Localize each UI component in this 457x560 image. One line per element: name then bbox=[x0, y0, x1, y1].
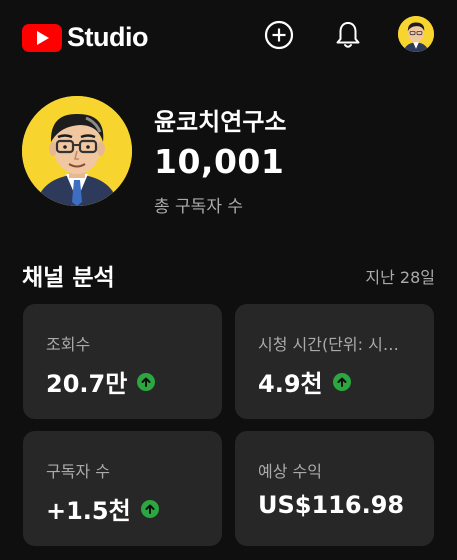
card-label: 조회수 bbox=[46, 335, 91, 354]
channel-analytics-title: 채널 분석 bbox=[22, 265, 115, 291]
card-value-row: US$116.98 bbox=[258, 491, 404, 519]
create-button[interactable] bbox=[261, 17, 297, 53]
notifications-button[interactable] bbox=[330, 17, 366, 53]
channel-avatar[interactable] bbox=[22, 96, 132, 206]
trend-up-icon bbox=[140, 499, 159, 518]
analytics-period: 지난 28일 bbox=[365, 268, 435, 287]
card-label: 시청 시간(단위: 시… bbox=[258, 335, 399, 354]
card-value: +1.5천 bbox=[46, 497, 131, 525]
create-icon bbox=[264, 20, 294, 50]
subscribers-card[interactable]: 구독자 수 +1.5천 bbox=[23, 431, 222, 546]
logo-text: Studio bbox=[67, 22, 148, 52]
channel-avatar-icon bbox=[22, 96, 132, 206]
card-value: 4.9천 bbox=[258, 370, 323, 398]
account-avatar[interactable] bbox=[398, 16, 434, 52]
trend-up-icon bbox=[332, 372, 351, 391]
channel-name: 윤코치연구소 bbox=[154, 108, 287, 136]
card-value-row: +1.5천 bbox=[46, 491, 159, 526]
watch-time-card[interactable]: 시청 시간(단위: 시… 4.9천 bbox=[235, 304, 434, 419]
card-value: US$116.98 bbox=[258, 491, 405, 519]
top-bar: Studio bbox=[0, 0, 457, 70]
trend-up-icon bbox=[137, 372, 156, 391]
subscriber-count: 10,001 bbox=[154, 142, 285, 181]
account-avatar-icon bbox=[398, 16, 434, 52]
studio-logo[interactable]: Studio bbox=[22, 22, 148, 53]
revenue-card[interactable]: 예상 수익 US$116.98 bbox=[235, 431, 434, 546]
subscriber-count-label: 총 구독자 수 bbox=[154, 197, 244, 217]
card-value: 20.7만 bbox=[46, 370, 128, 398]
views-card[interactable]: 조회수 20.7만 bbox=[23, 304, 222, 419]
card-value-row: 20.7만 bbox=[46, 364, 156, 399]
card-label: 예상 수익 bbox=[258, 462, 322, 481]
channel-header: 윤코치연구소 10,001 총 구독자 수 bbox=[22, 96, 442, 226]
notifications-icon bbox=[336, 22, 360, 48]
card-label: 구독자 수 bbox=[46, 462, 110, 481]
card-value-row: 4.9천 bbox=[258, 364, 351, 399]
youtube-play-icon bbox=[22, 23, 62, 52]
